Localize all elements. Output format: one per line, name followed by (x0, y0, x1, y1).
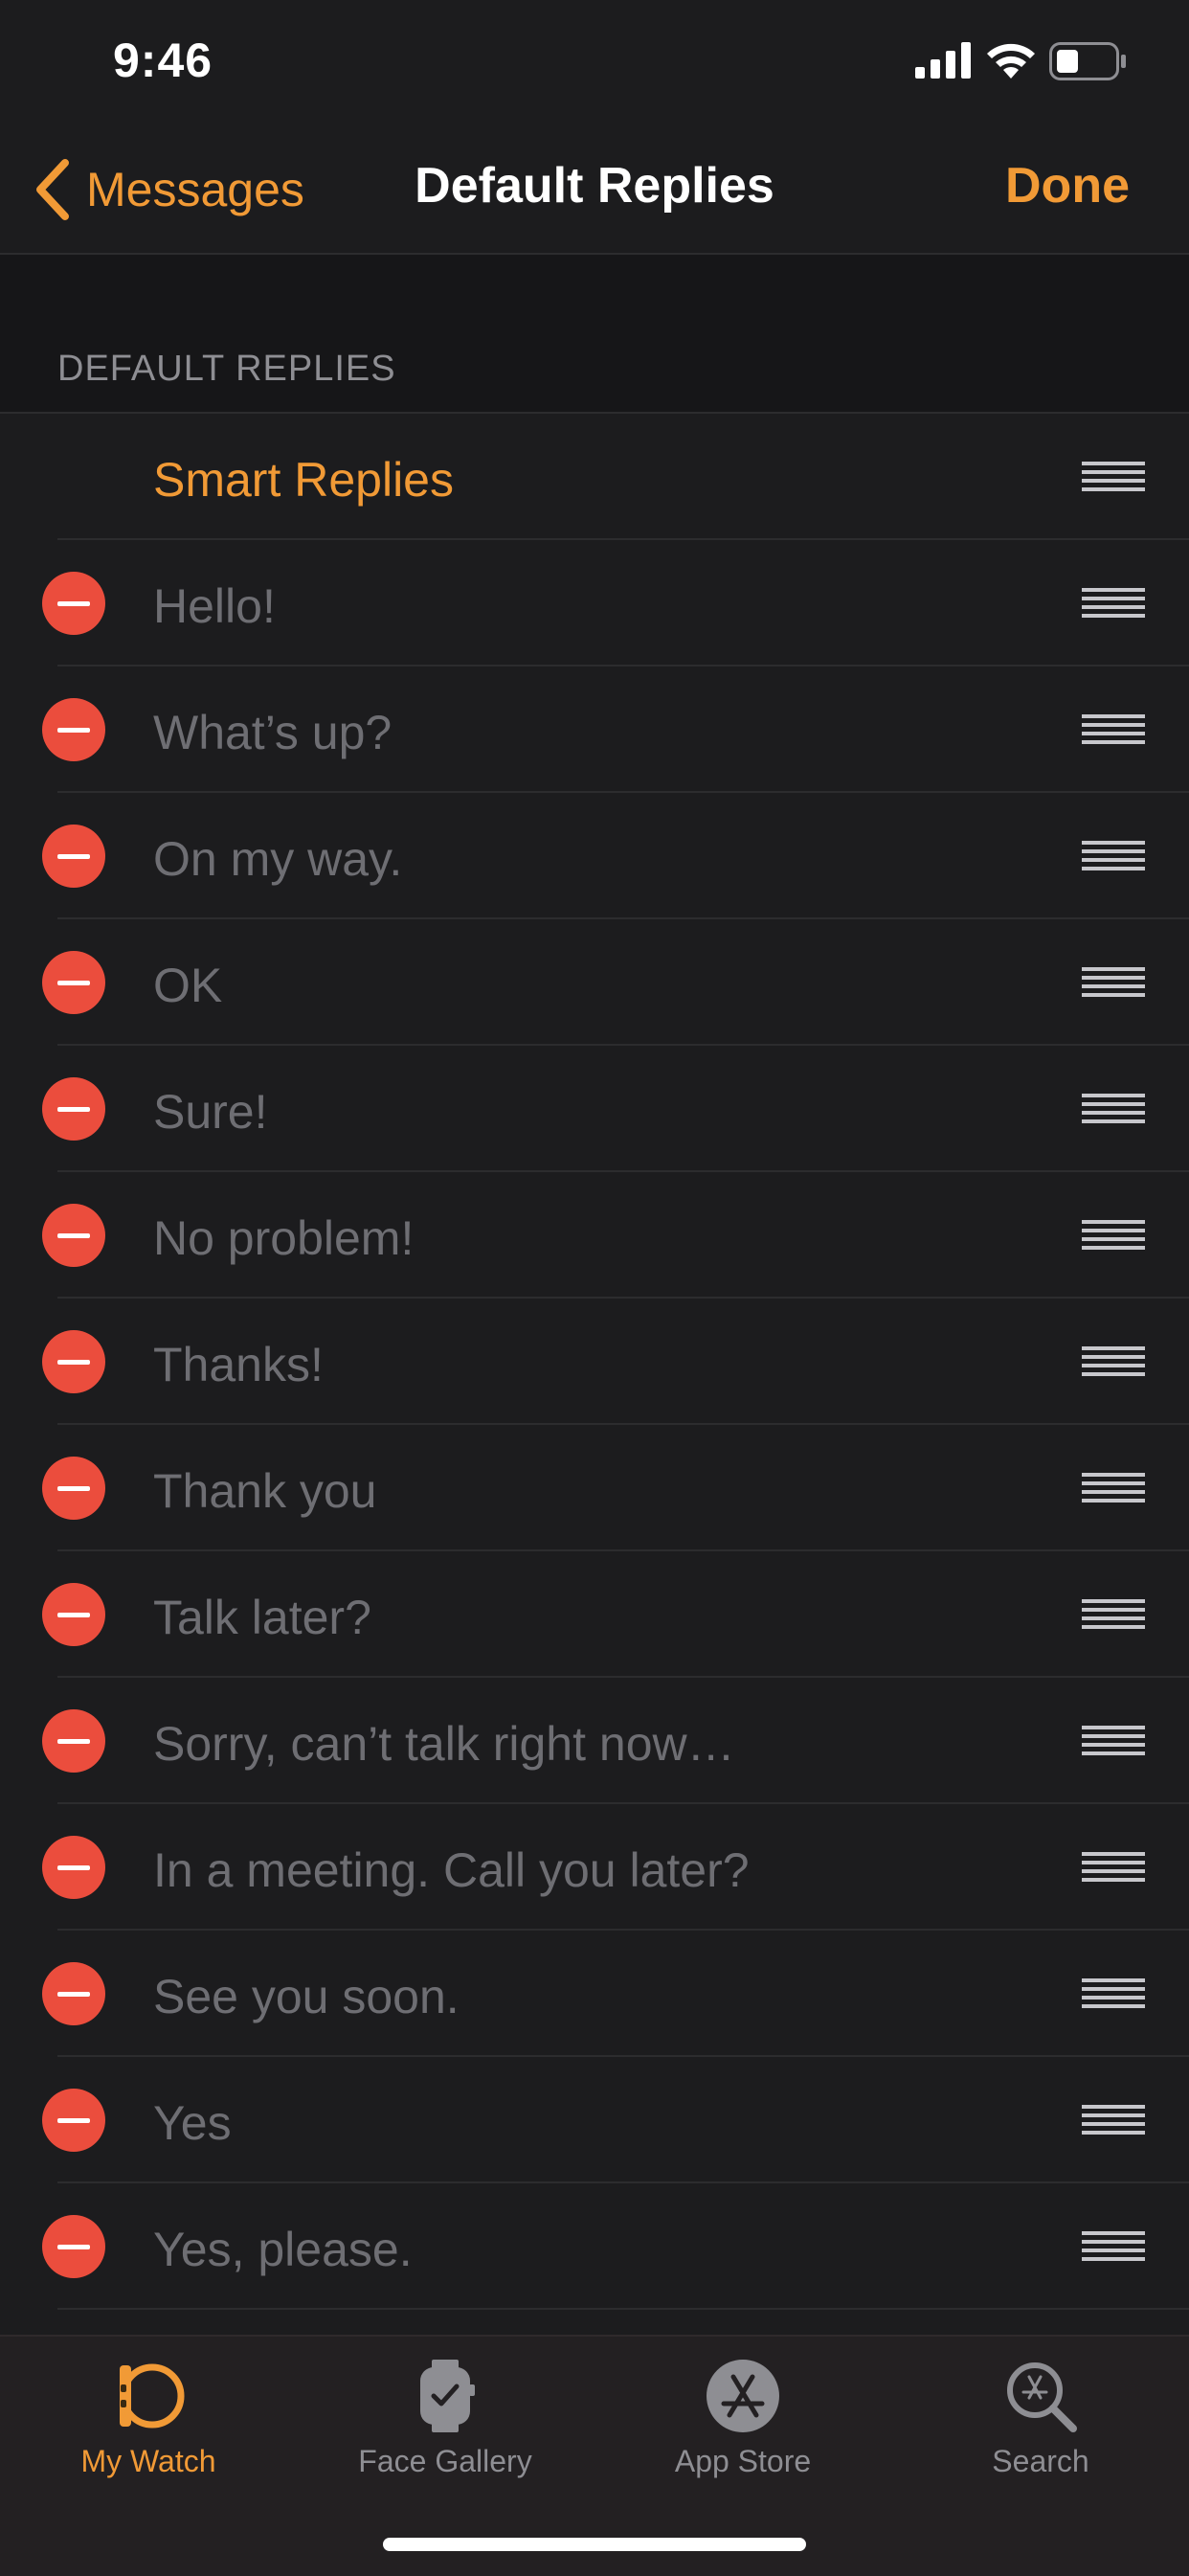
tab-app-store[interactable]: App Store (594, 2356, 891, 2509)
reply-row[interactable]: In a meeting. Call you later? (0, 1804, 1189, 1931)
reply-text[interactable]: Sorry, can’t talk right now… (153, 1716, 735, 1772)
home-indicator[interactable] (383, 2538, 806, 2551)
done-button[interactable]: Done (1005, 157, 1130, 215)
delete-button[interactable] (42, 1583, 105, 1646)
watch-icon (120, 2363, 185, 2429)
reply-row[interactable]: Yes (0, 2057, 1189, 2183)
reorder-handle-icon[interactable] (1082, 714, 1145, 744)
reorder-handle-icon[interactable] (1082, 588, 1145, 618)
delete-button[interactable] (42, 1077, 105, 1141)
delete-button[interactable] (42, 572, 105, 635)
tab-bar: My Watch Face Gallery App Store Search (0, 2335, 1189, 2576)
reorder-handle-icon[interactable] (1082, 462, 1145, 491)
reorder-handle-icon[interactable] (1082, 1473, 1145, 1503)
reply-text[interactable]: What’s up? (153, 705, 392, 760)
status-time: 9:46 (113, 34, 213, 87)
tab-label: Search (992, 2444, 1089, 2478)
delete-button[interactable] (42, 951, 105, 1014)
tab-label: My Watch (80, 2444, 216, 2478)
reorder-handle-icon[interactable] (1082, 1726, 1145, 1755)
reorder-handle-icon[interactable] (1082, 2231, 1145, 2261)
reply-row[interactable]: Talk later? (0, 1551, 1189, 1678)
delete-button[interactable] (42, 825, 105, 888)
tab-search[interactable]: Search (892, 2356, 1189, 2509)
reply-row[interactable]: Thanks! (0, 1299, 1189, 1425)
reply-row[interactable]: OK (0, 919, 1189, 1046)
reply-text[interactable]: Thanks! (153, 1337, 324, 1392)
reply-row[interactable]: Thank you (0, 1425, 1189, 1551)
reply-text[interactable]: Sure! (153, 1084, 268, 1140)
delete-button[interactable] (42, 698, 105, 761)
status-bar: 9:46 (0, 0, 1189, 126)
navigation-bar: Messages Default Replies Done (0, 126, 1189, 255)
delete-button[interactable] (42, 1330, 105, 1393)
reorder-handle-icon[interactable] (1082, 1978, 1145, 2008)
reply-text[interactable]: No problem! (153, 1210, 414, 1266)
reorder-handle-icon[interactable] (1082, 2105, 1145, 2135)
reorder-handle-icon[interactable] (1082, 1599, 1145, 1629)
reply-text[interactable]: Talk later? (153, 1590, 371, 1645)
reorder-handle-icon[interactable] (1082, 1220, 1145, 1250)
reply-text[interactable]: In a meeting. Call you later? (153, 1842, 750, 1898)
cellular-signal-icon (915, 42, 971, 79)
face-gallery-icon (420, 2360, 475, 2432)
reply-text[interactable]: OK (153, 958, 222, 1013)
smart-replies-label: Smart Replies (153, 453, 454, 507)
reply-row[interactable]: See you soon. (0, 1931, 1189, 2057)
reorder-handle-icon[interactable] (1082, 841, 1145, 870)
delete-button[interactable] (42, 2215, 105, 2278)
reply-row[interactable]: On my way. (0, 793, 1189, 919)
reply-text[interactable]: Thank you (153, 1463, 376, 1519)
reorder-handle-icon[interactable] (1082, 1346, 1145, 1376)
battery-icon (1049, 42, 1126, 80)
search-icon (1007, 2362, 1077, 2432)
delete-button[interactable] (42, 1836, 105, 1899)
reply-row[interactable]: Hello! (0, 540, 1189, 667)
delete-button[interactable] (42, 1204, 105, 1267)
reply-text[interactable]: Hello! (153, 578, 276, 634)
smart-replies-row[interactable]: Smart Replies (0, 414, 1189, 540)
delete-button[interactable] (42, 1962, 105, 2025)
section-header: DEFAULT REPLIES (57, 349, 396, 389)
app-store-icon (707, 2360, 779, 2432)
tab-label: Face Gallery (358, 2444, 532, 2478)
reply-text[interactable]: Yes (153, 2095, 232, 2151)
delete-button[interactable] (42, 2089, 105, 2152)
reply-text[interactable]: See you soon. (153, 1969, 460, 2024)
delete-button[interactable] (42, 1709, 105, 1773)
wifi-icon (987, 43, 1035, 79)
reply-row[interactable]: No problem! (0, 1172, 1189, 1299)
tab-face-gallery[interactable]: Face Gallery (297, 2356, 594, 2509)
reorder-handle-icon[interactable] (1082, 1094, 1145, 1123)
reorder-handle-icon[interactable] (1082, 1852, 1145, 1882)
tab-label: App Store (674, 2444, 812, 2478)
reply-row[interactable]: Sure! (0, 1046, 1189, 1172)
reply-text[interactable]: Yes, please. (153, 2222, 413, 2277)
tab-my-watch[interactable]: My Watch (0, 2356, 297, 2509)
reply-row[interactable]: Yes, please. (0, 2183, 1189, 2310)
reorder-handle-icon[interactable] (1082, 967, 1145, 997)
reply-row[interactable]: What’s up? (0, 667, 1189, 793)
delete-button[interactable] (42, 1457, 105, 1520)
default-replies-list: Smart Replies Hello! What’s up? On my wa… (0, 412, 1189, 2310)
reply-text[interactable]: On my way. (153, 831, 402, 887)
reply-row[interactable]: Sorry, can’t talk right now… (0, 1678, 1189, 1804)
